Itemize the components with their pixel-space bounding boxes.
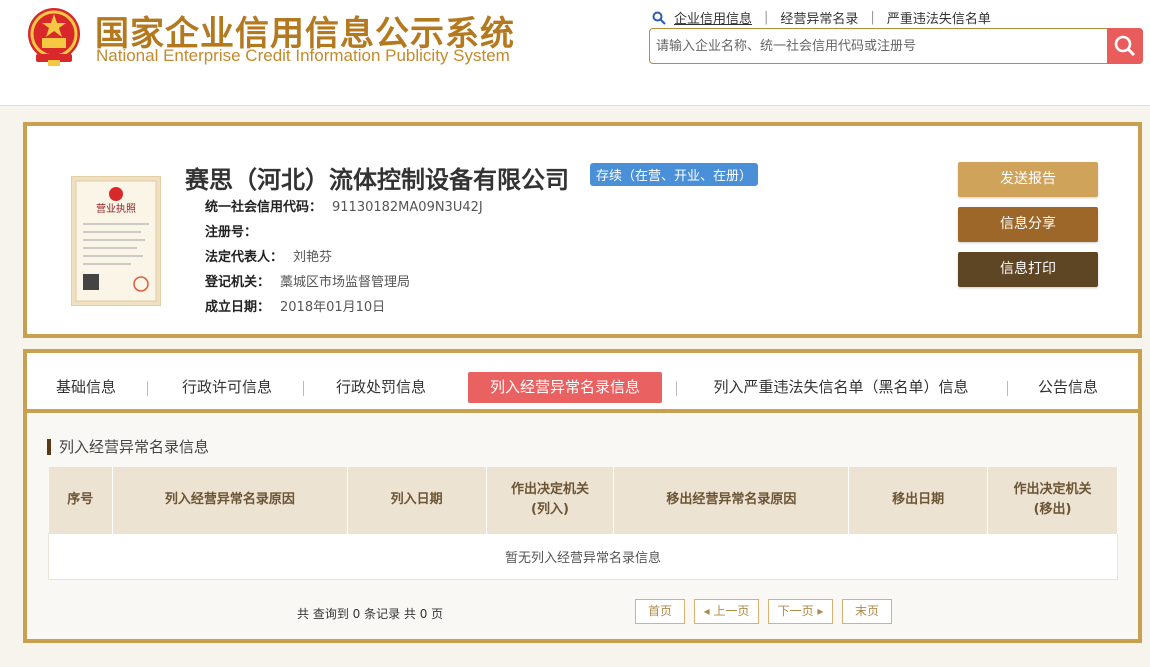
national-emblem-icon — [28, 8, 80, 66]
empty-message: 暂无列入经营异常名录信息 — [48, 532, 1118, 580]
search-icon — [1114, 35, 1136, 57]
search-box — [649, 28, 1143, 64]
prev-page-button[interactable]: ◂ 上一页 — [694, 599, 759, 624]
column-header: 移出日期 — [848, 467, 989, 533]
info-row-legal-rep: 法定代表人： 刘艳芬 — [205, 246, 332, 265]
info-label: 统一社会信用代码： — [205, 200, 323, 215]
info-row-credit-code: 统一社会信用代码： 91130182MA09N3U42J — [205, 196, 483, 215]
tab-admin-penalty[interactable]: 行政处罚信息 — [331, 372, 431, 403]
tab-divider — [1007, 381, 1008, 396]
detail-panel: 基础信息 行政许可信息 行政处罚信息 列入经营异常名录信息 列入严重违法失信名单… — [23, 349, 1142, 643]
tab-divider — [676, 381, 677, 396]
abnormal-list-table: 序号 列入经营异常名录原因 列入日期 作出决定机关 (列入) 移出经营异常名录原因… — [48, 467, 1118, 580]
search-input[interactable] — [656, 36, 1096, 56]
company-name: 赛思（河北）流体控制设备有限公司 — [185, 166, 569, 194]
next-page-button[interactable]: 下一页 ▸ — [768, 599, 833, 624]
tab-announcements[interactable]: 公告信息 — [1035, 372, 1101, 403]
tab-divider — [303, 381, 304, 396]
tab-abnormal-list[interactable]: 列入经营异常名录信息 — [468, 372, 662, 403]
action-buttons: 发送报告 信息分享 信息打印 — [958, 162, 1098, 297]
info-value: 2018年01月10日 — [280, 300, 386, 315]
nav-blacklist[interactable]: 严重违法失信名单 — [887, 8, 991, 27]
info-row-authority: 登记机关： 藁城区市场监督管理局 — [205, 271, 410, 290]
print-info-button[interactable]: 信息打印 — [958, 252, 1098, 287]
first-page-button[interactable]: 首页 — [635, 599, 685, 624]
tab-divider — [147, 381, 148, 396]
top-nav: 企业信用信息 | 经营异常名录 | 严重违法失信名单 — [652, 8, 991, 27]
column-header: 列入经营异常名录原因 — [112, 467, 348, 533]
site-title-en: National Enterprise Credit Information P… — [96, 46, 510, 65]
info-row-founded: 成立日期： 2018年01月10日 — [205, 296, 385, 315]
tab-bar: 基础信息 行政许可信息 行政处罚信息 列入经营异常名录信息 列入严重违法失信名单… — [27, 353, 1138, 413]
nav-divider: | — [870, 10, 875, 25]
business-license-icon: 营业执照 — [71, 176, 161, 306]
info-row-reg-no: 注册号： — [205, 221, 267, 240]
search-button[interactable] — [1107, 28, 1143, 64]
info-value: 刘艳芬 — [293, 250, 333, 265]
table-header-row: 序号 列入经营异常名录原因 列入日期 作出决定机关 (列入) 移出经营异常名录原因… — [48, 467, 1118, 533]
info-label: 注册号： — [205, 225, 258, 240]
info-label: 成立日期： — [205, 300, 271, 315]
column-header: 序号 — [48, 467, 113, 533]
column-header: 移出经营异常名录原因 — [613, 467, 850, 533]
column-header: 列入日期 — [347, 467, 487, 533]
search-icon — [652, 11, 666, 25]
site-header: 国家企业信用信息公示系统 National Enterprise Credit … — [0, 0, 1150, 106]
send-report-button[interactable]: 发送报告 — [958, 162, 1098, 197]
table-row: 暂无列入经营异常名录信息 — [48, 532, 1118, 580]
column-header: 作出决定机关 (列入) — [486, 467, 615, 533]
info-label: 法定代表人： — [205, 250, 284, 265]
nav-credit-info[interactable]: 企业信用信息 — [674, 8, 752, 27]
tab-blacklist[interactable]: 列入严重违法失信名单（黑名单）信息 — [703, 372, 979, 403]
last-page-button[interactable]: 末页 — [842, 599, 892, 624]
section-title: 列入经营异常名录信息 — [47, 439, 209, 455]
license-label: 营业执照 — [96, 202, 136, 215]
tab-admin-license[interactable]: 行政许可信息 — [177, 372, 277, 403]
nav-divider: | — [764, 10, 769, 25]
tab-basic-info[interactable]: 基础信息 — [53, 372, 119, 403]
info-value: 藁城区市场监督管理局 — [280, 275, 411, 290]
status-badge: 存续（在营、开业、在册） — [590, 163, 759, 186]
info-value: 91130182MA09N3U42J — [332, 200, 483, 215]
company-card: 营业执照 赛思（河北）流体控制设备有限公司 存续（在营、开业、在册） 统一社会信… — [23, 122, 1142, 338]
column-header: 作出决定机关 (移出) — [987, 467, 1118, 533]
nav-abnormal-list[interactable]: 经营异常名录 — [780, 8, 858, 27]
share-info-button[interactable]: 信息分享 — [958, 207, 1098, 242]
info-label: 登记机关： — [205, 275, 271, 290]
pager-summary: 共 查询到 0 条记录 共 0 页 — [297, 607, 444, 621]
